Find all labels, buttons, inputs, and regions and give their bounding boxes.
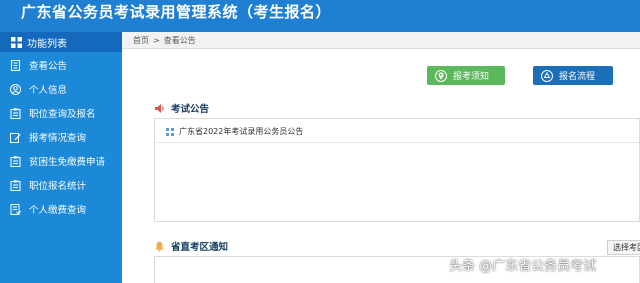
sidebar-heading: 功能列表: [0, 32, 122, 52]
exam-area-title: 省直考区通知: [154, 239, 228, 253]
app-window: 广东省公务员考试录用管理系统（考生报名） 功能列表 查看公告 个人信息 职位查询…: [0, 0, 640, 283]
announcements-title-label: 考试公告: [171, 104, 210, 115]
sidebar-item-position-stats[interactable]: 职位报名统计: [0, 173, 122, 197]
announcement-item[interactable]: 广东省2022年考试录用公务员公告: [166, 126, 303, 137]
sidebar-item-label: 查看公告: [29, 61, 68, 72]
clipboard-icon: [10, 155, 21, 167]
clipboard-icon: [10, 179, 21, 191]
grid-icon: [11, 36, 22, 48]
sidebar-item-payment-query[interactable]: 个人缴费查询: [0, 197, 122, 221]
sidebar-item-label: 个人信息: [29, 85, 68, 96]
speaker-icon: [154, 103, 165, 114]
document-icon: [10, 59, 21, 71]
edit-icon: [10, 132, 21, 143]
exam-notice-button[interactable]: 报考须知: [427, 66, 505, 85]
clipboard-icon: [10, 107, 21, 119]
list-icon: [10, 203, 21, 215]
sidebar-item-label: 职位报名统计: [29, 181, 87, 192]
sidebar-heading-label: 功能列表: [27, 38, 67, 50]
sidebar-item-position-search[interactable]: 职位查询及报名: [0, 101, 122, 125]
breadcrumb-current: 查看公告: [163, 35, 196, 45]
breadcrumb-home[interactable]: 首页: [133, 35, 149, 46]
divider: [155, 142, 639, 143]
announcements-panel: 广东省2022年考试录用公务员公告: [154, 118, 640, 222]
announcements-title: 考试公告: [154, 101, 209, 115]
sidebar-item-personal-info[interactable]: 个人信息: [0, 77, 122, 101]
select-exam-area-button[interactable]: 选择考区: [607, 240, 640, 255]
location-pin-icon: [435, 69, 447, 82]
grid-bullet-icon: [166, 127, 174, 136]
sidebar-item-view-announcements[interactable]: 查看公告: [0, 53, 122, 77]
breadcrumb: 首页 > 查看公告: [122, 32, 640, 49]
sidebar-item-fee-waiver[interactable]: 贫困生免缴费申请: [0, 149, 122, 173]
exam-area-title-label: 省直考区通知: [171, 242, 229, 253]
watermark: 头条 @广东省公务员考试: [449, 259, 597, 274]
sidebar-item-application-status[interactable]: 报考情况查询: [0, 125, 122, 149]
bell-icon: [154, 241, 165, 252]
sidebar-item-label: 报考情况查询: [29, 133, 87, 144]
sidebar-item-label: 贫困生免缴费申请: [29, 157, 106, 168]
user-icon: [10, 83, 21, 95]
sidebar-item-label: 个人缴费查询: [29, 205, 87, 216]
announcement-item-label: 广东省2022年考试录用公务员公告: [179, 127, 304, 136]
app-header: 广东省公务员考试录用管理系统（考生报名）: [0, 0, 640, 32]
main-content: 首页 > 查看公告 报考须知 报名流程 考试公告 广东省2022年考试录用公务员…: [122, 32, 640, 283]
exam-notice-label: 报考须知: [453, 72, 490, 82]
sidebar: 功能列表 查看公告 个人信息 职位查询及报名 报考情况查询 贫困生免缴费申请 职…: [0, 32, 122, 283]
sidebar-item-label: 职位查询及报名: [29, 109, 96, 120]
registration-flow-label: 报名流程: [559, 72, 596, 82]
breadcrumb-separator: >: [153, 35, 160, 45]
app-title: 广东省公务员考试录用管理系统（考生报名）: [21, 3, 332, 21]
registration-flow-button[interactable]: 报名流程: [533, 66, 613, 85]
recycle-icon: [541, 69, 553, 82]
